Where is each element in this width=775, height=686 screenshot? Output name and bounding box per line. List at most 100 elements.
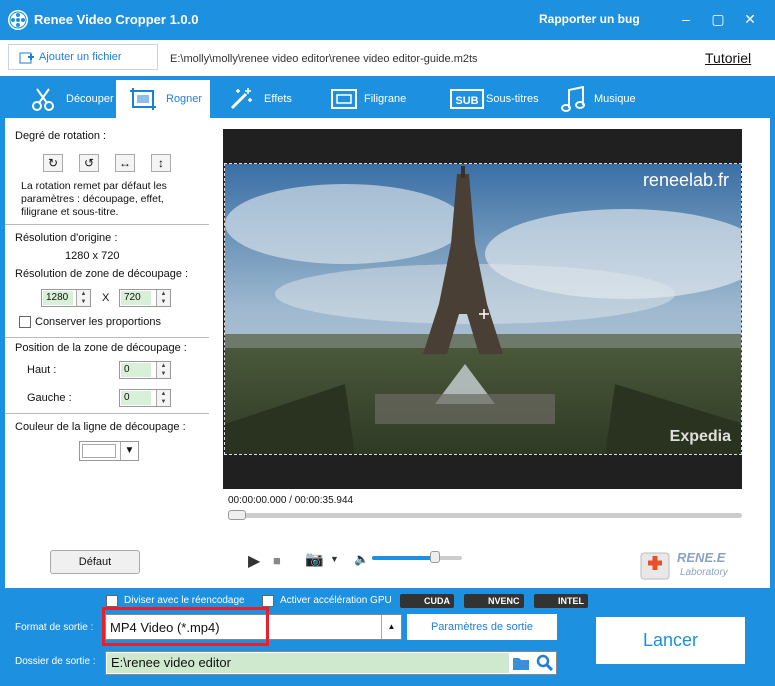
left-stepper[interactable]: 0 ▲ ▼ bbox=[119, 389, 171, 407]
crop-width-value: 1280 bbox=[43, 291, 73, 305]
top-label: Haut : bbox=[27, 364, 57, 376]
intel-badge: INTEL bbox=[534, 594, 588, 608]
flip-horizontal-button[interactable]: ↔ bbox=[115, 154, 135, 172]
crop-width-stepper[interactable]: 1280 ▲ ▼ bbox=[41, 289, 91, 307]
output-folder-field[interactable]: E:\renee video editor bbox=[105, 651, 557, 675]
tutoriel-link[interactable]: Tutoriel bbox=[705, 50, 751, 66]
stepper-arrows-icon[interactable]: ▲ ▼ bbox=[156, 290, 170, 306]
gpu-accel-label: Activer accélération GPU bbox=[280, 595, 392, 606]
camera-dropdown-icon[interactable]: ▼ bbox=[330, 554, 339, 564]
rotation-note: La rotation remet par défaut les paramèt… bbox=[21, 180, 167, 218]
svg-text:SUB: SUB bbox=[455, 95, 478, 107]
crop-x-separator: X bbox=[102, 292, 110, 304]
volume-handle[interactable] bbox=[430, 551, 440, 563]
keep-ratio-label: Conserver les proportions bbox=[35, 316, 161, 328]
rotation-title: Degré de rotation : bbox=[15, 130, 107, 142]
tab-decouper[interactable]: Découper bbox=[14, 80, 116, 118]
video-still-image bbox=[225, 164, 741, 454]
app-logo-icon bbox=[8, 10, 28, 30]
volume-fill bbox=[372, 556, 435, 560]
chevron-up-icon[interactable]: ▲ bbox=[381, 615, 401, 639]
crop-position-title: Position de la zone de découpage : bbox=[15, 342, 187, 354]
stop-button[interactable]: ■ bbox=[273, 553, 281, 568]
crop-settings-panel: Degré de rotation : ↻ ↺ ↔ ↕ La rotation … bbox=[5, 118, 209, 588]
report-bug-link[interactable]: Rapporter un bug bbox=[539, 12, 640, 26]
restore-button[interactable]: ▢ bbox=[709, 10, 727, 28]
tab-sous-titres[interactable]: SUB Sous-titres bbox=[448, 80, 552, 118]
tab-label: Filigrane bbox=[364, 93, 407, 105]
brand-sub: Laboratory bbox=[680, 567, 728, 578]
tab-label: Rogner bbox=[166, 93, 203, 105]
watermark-text: reneelab.fr bbox=[642, 170, 729, 190]
tab-musique[interactable]: Musique bbox=[558, 80, 648, 118]
video-frame[interactable]: reneelab.fr Expedia bbox=[224, 163, 742, 455]
crop-height-value: 720 bbox=[121, 291, 151, 305]
left-value: 0 bbox=[121, 391, 151, 405]
add-file-label: Ajouter un fichier bbox=[39, 51, 122, 63]
original-resolution-label: Résolution d'origine : bbox=[15, 232, 118, 244]
subtitle-icon: SUB bbox=[450, 86, 484, 112]
original-resolution-value: 1280 x 720 bbox=[65, 250, 120, 262]
stepper-arrows-icon[interactable]: ▲ ▼ bbox=[156, 362, 170, 378]
folder-icon[interactable] bbox=[512, 655, 530, 671]
tab-label: Sous-titres bbox=[486, 93, 539, 105]
format-highlight-box bbox=[102, 607, 269, 646]
nvenc-badge: NVENC bbox=[464, 594, 524, 608]
flip-vertical-button[interactable]: ↕ bbox=[151, 154, 171, 172]
flip-horizontal-icon: ↔ bbox=[119, 156, 131, 170]
volume-slider[interactable] bbox=[372, 556, 462, 560]
output-settings-button[interactable]: Paramètres de sortie bbox=[407, 614, 557, 640]
add-file-button[interactable]: Ajouter un fichier bbox=[8, 44, 158, 70]
gpu-accel-checkbox[interactable] bbox=[262, 595, 274, 607]
keep-ratio-checkbox[interactable] bbox=[19, 316, 31, 328]
flip-vertical-icon: ↕ bbox=[158, 156, 164, 170]
add-file-icon bbox=[19, 50, 35, 74]
left-label: Gauche : bbox=[27, 392, 72, 404]
seek-handle[interactable] bbox=[228, 510, 246, 520]
tab-rogner[interactable]: Rogner bbox=[116, 80, 210, 118]
top-value: 0 bbox=[121, 363, 151, 377]
color-swatch bbox=[82, 444, 116, 458]
minimize-button[interactable]: – bbox=[677, 10, 695, 28]
split-reencode-checkbox[interactable] bbox=[106, 595, 118, 607]
divider bbox=[5, 413, 209, 414]
play-button[interactable]: ▶ bbox=[248, 551, 260, 571]
volume-icon[interactable]: 🔈 bbox=[354, 552, 369, 566]
brand-name: RENE.E bbox=[677, 550, 726, 565]
crop-height-stepper[interactable]: 720 ▲ ▼ bbox=[119, 289, 171, 307]
tab-filigrane[interactable]: Filigrane bbox=[326, 80, 426, 118]
output-format-label: Format de sortie : bbox=[15, 622, 94, 633]
rotate-left-button[interactable]: ↺ bbox=[79, 154, 99, 172]
scissors-icon bbox=[30, 86, 56, 112]
tab-label: Effets bbox=[264, 93, 292, 105]
crop-icon bbox=[128, 86, 156, 112]
file-path: E:\molly\molly\renee video editor\renee … bbox=[170, 53, 478, 65]
launch-button[interactable]: Lancer bbox=[596, 617, 745, 664]
chevron-down-icon[interactable]: ▼ bbox=[120, 442, 138, 460]
rotate-left-icon: ↺ bbox=[83, 156, 95, 170]
cuda-badge: CUDA bbox=[400, 594, 454, 608]
tab-effets[interactable]: Effets bbox=[222, 80, 314, 118]
stepper-arrows-icon[interactable]: ▲ ▼ bbox=[156, 390, 170, 406]
rotate-right-icon: ↻ bbox=[47, 156, 59, 170]
watermark-icon bbox=[330, 86, 357, 112]
stepper-arrows-icon[interactable]: ▲ ▼ bbox=[76, 290, 90, 306]
search-icon[interactable] bbox=[536, 654, 554, 672]
top-stepper[interactable]: 0 ▲ ▼ bbox=[119, 361, 171, 379]
title-bar: Renee Video Cropper 1.0.0 Rapporter un b… bbox=[0, 0, 775, 40]
output-folder-value: E:\renee video editor bbox=[107, 653, 509, 673]
divider bbox=[5, 224, 209, 225]
expedia-watermark: Expedia bbox=[669, 428, 731, 445]
camera-icon[interactable]: 📷 bbox=[305, 550, 324, 568]
seek-bar[interactable] bbox=[228, 513, 742, 518]
line-color-picker[interactable]: ▼ bbox=[79, 441, 139, 461]
divider bbox=[5, 337, 209, 338]
magic-wand-icon bbox=[228, 86, 254, 112]
tab-bar: Découper Rogner Effets Filigrane SUB Sou… bbox=[0, 76, 775, 118]
line-color-title: Couleur de la ligne de découpage : bbox=[15, 421, 186, 433]
rotate-right-button[interactable]: ↻ bbox=[43, 154, 63, 172]
app-title: Renee Video Cropper 1.0.0 bbox=[34, 12, 199, 27]
split-reencode-label: Diviser avec le réencodage bbox=[124, 595, 245, 606]
close-button[interactable]: ✕ bbox=[741, 10, 759, 28]
default-button[interactable]: Défaut bbox=[50, 550, 140, 574]
